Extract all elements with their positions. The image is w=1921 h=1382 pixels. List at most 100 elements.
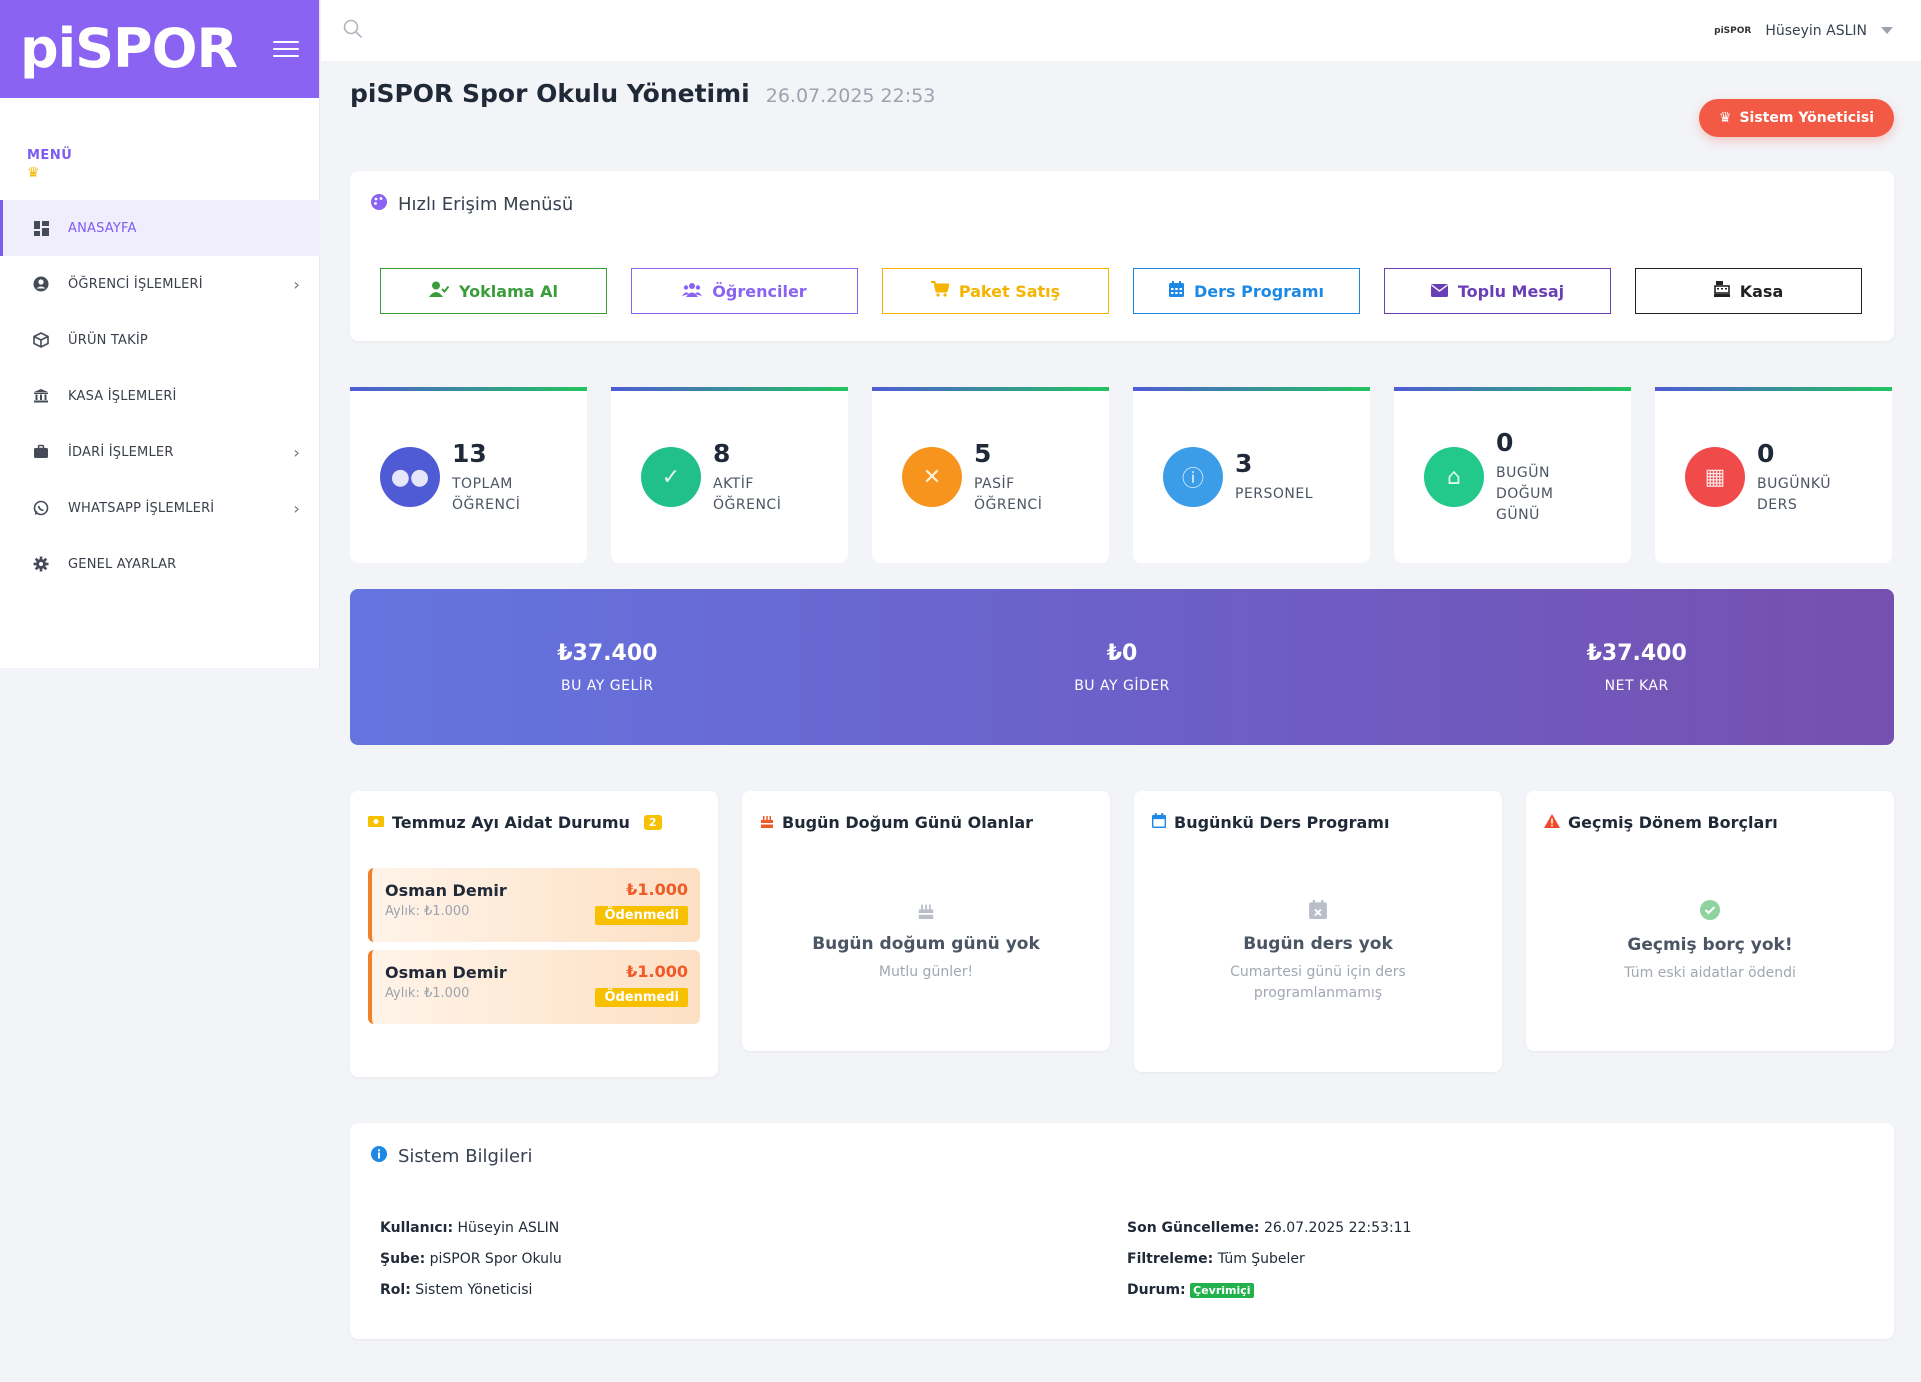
sidebar-item-genel-ayarlar[interactable]: GENEL AYARLAR [0,536,320,592]
stat-value: 8 [713,438,731,468]
page-title: piSPOR Spor Okulu Yönetimi [350,79,750,108]
caret-down-icon [1881,27,1893,34]
stat-label-line1: PERSONEL [1235,486,1314,502]
button-label: Toplu Mesaj [1457,281,1565,301]
debts-widget: Geçmiş Dönem Borçları Geçmiş borç yok! T… [1526,791,1894,1051]
stat-label-line2: DERS [1757,496,1798,513]
birthdays-title: Bugün Doğum Günü Olanlar [782,813,1034,832]
stat-card-total-students[interactable]: ●● 13 TOPLAM ÖĞRENCİ [350,387,587,563]
warning-icon [1544,813,1560,832]
stat-label: BUGÜNKÜ DERS [1757,474,1831,516]
sidebar-item-ogrenci-islemleri[interactable]: ÖĞRENCİ İŞLEMLERİ › [0,256,320,312]
fees-widget: Temmuz Ayı Aidat Durumu 2 Osman Demir Ay… [350,791,718,1077]
sidebar-nav: ANASAYFA ÖĞRENCİ İŞLEMLERİ › ÜRÜN TAKİP … [0,200,320,592]
role-button[interactable]: ♛ Sistem Yöneticisi [1698,99,1894,137]
finance-value: ₺0 [1106,640,1138,666]
sidebar-item-label: WHATSAPP İŞLEMLERİ [68,500,215,516]
fee-amount: ₺1.000 [626,962,688,981]
sidebar-item-label: KASA İŞLEMLERİ [68,388,177,404]
empty-state-title: Bugün ders yok [1243,934,1393,954]
check-circle-icon [1544,900,1876,925]
system-row-user: Kullanıcı: Hüseyin ASLIN [380,1220,1127,1251]
palette-icon [370,193,388,216]
stat-value: 0 [1496,428,1514,457]
fee-item[interactable]: Osman Demir Aylık: ₺1.000 ₺1.000 Ödenmed… [368,868,700,942]
brand-header: piSPOR [0,0,319,98]
stat-value: 3 [1235,449,1253,478]
widget-title: Temmuz Ayı Aidat Durumu 2 [368,813,700,832]
stat-label-line1: TOPLAM [452,475,513,492]
quick-access-title: Hızlı Erişim Menüsü [398,194,574,215]
chevron-right-icon: › [293,274,300,294]
staff-info-icon: ⓘ [1163,447,1223,507]
card-title: Sistem Bilgileri [370,1145,1874,1168]
sidebar-item-urun-takip[interactable]: ÜRÜN TAKİP [0,312,320,368]
fee-status-badge: Ödenmedi [595,906,688,925]
empty-state-subtitle: Tüm eski aidatlar ödendi [1624,965,1796,981]
sidebar-item-whatsapp-islemleri[interactable]: WHATSAPP İŞLEMLERİ › [0,480,320,536]
package-sale-button[interactable]: Paket Satış [882,268,1109,314]
sidebar-item-label: İDARİ İŞLEMLER [68,444,174,460]
widget-title: Bugünkü Ders Programı [1152,813,1484,832]
system-row-filter: Filtreleme: Tüm Şubeler [1127,1251,1874,1282]
page-datetime: 26.07.2025 22:53 [765,85,936,107]
chevron-right-icon: › [293,498,300,518]
search-icon[interactable] [343,19,363,43]
stat-card-birthdays[interactable]: ⌂ 0 BUGÜN DOĞUM GÜNÜ [1394,387,1631,563]
schedule-button[interactable]: Ders Programı [1133,268,1360,314]
empty-state-subtitle: Cumartesi günü için ders programlanmamış [1230,964,1406,1001]
row-label: Şube: [380,1251,426,1267]
stat-label-line2: ÖĞRENCİ [713,496,782,513]
crown-icon: ♛ [1718,110,1732,126]
attendance-button[interactable]: Yoklama Al [380,268,607,314]
stat-card-staff[interactable]: ⓘ 3 PERSONEL [1133,387,1370,563]
user-check-icon [429,281,450,301]
cash-register-button[interactable]: Kasa [1635,268,1862,314]
sidebar-item-anasayfa[interactable]: ANASAYFA [0,200,320,256]
gear-icon [32,555,50,573]
empty-state-subtitle: Mutlu günler! [878,964,974,980]
role-button-label: Sistem Yöneticisi [1739,110,1874,126]
empty-state: Bugün ders yok Cumartesi günü için ders … [1152,900,1484,1004]
finance-label: BU AY GELİR [561,677,654,694]
user-circle-icon [32,275,50,293]
hamburger-menu-icon[interactable] [273,41,299,57]
stat-label: AKTİF ÖĞRENCİ [713,474,781,516]
button-label: Kasa [1739,281,1784,301]
fee-status-badge: Ödenmedi [595,988,688,1007]
sidebar: piSPOR MENÜ ♛ ANASAYFA ÖĞRENCİ İŞLEMLERİ… [0,0,320,668]
stat-label: TOPLAM ÖĞRENCİ [452,474,520,516]
bulk-message-button[interactable]: Toplu Mesaj [1384,268,1611,314]
stat-label-line2: ÖĞRENCİ [974,496,1043,513]
brand-logo[interactable]: piSPOR [20,22,238,76]
user-menu[interactable]: piSPOR Hüseyin ASLIN [1714,23,1893,39]
sidebar-item-idari-islemler[interactable]: İDARİ İŞLEMLER › [0,424,320,480]
fee-item[interactable]: Osman Demir Aylık: ₺1.000 ₺1.000 Ödenmed… [368,950,700,1024]
stat-card-today-lessons[interactable]: ▦ 0 BUGÜNKÜ DERS [1655,387,1892,563]
quick-access-buttons: Yoklama Al Öğrenciler Paket Satış Ders P… [370,268,1874,314]
users-icon: ●● [380,447,440,507]
stat-label-line2: DOĞUM GÜNÜ [1496,486,1554,523]
sidebar-item-kasa-islemleri[interactable]: KASA İŞLEMLERİ [0,368,320,424]
widget-title: Geçmiş Dönem Borçları [1544,813,1876,832]
students-button[interactable]: Öğrenciler [631,268,858,314]
fee-amount: ₺1.000 [626,880,688,899]
empty-state-title: Bugün doğum günü yok [812,934,1040,954]
schedule-widget: Bugünkü Ders Programı Bugün ders yok Cum… [1134,791,1502,1072]
stat-card-active-students[interactable]: ✓ 8 AKTİF ÖĞRENCİ [611,387,848,563]
birthdays-widget: Bugün Doğum Günü Olanlar Bugün doğum gün… [742,791,1110,1051]
sidebar-item-label: GENEL AYARLAR [68,556,177,572]
row-label: Rol: [380,1282,411,1298]
user-times-icon: ✕ [902,447,962,507]
system-row-branch: Şube: piSPOR Spor Okulu [380,1251,1127,1282]
sidebar-item-label: ÖĞRENCİ İŞLEMLERİ [68,276,203,292]
finance-label: BU AY GİDER [1074,677,1170,694]
system-info-card: Sistem Bilgileri Kullanıcı: Hüseyin ASLI… [350,1123,1894,1339]
button-label: Ders Programı [1193,281,1325,301]
stat-card-passive-students[interactable]: ✕ 5 PASİF ÖĞRENCİ [872,387,1109,563]
debts-title: Geçmiş Dönem Borçları [1568,813,1778,832]
stats-row: ●● 13 TOPLAM ÖĞRENCİ ✓ 8 AKTİF ÖĞRENCİ ✕ 5… [350,387,1894,563]
schedule-title: Bugünkü Ders Programı [1174,813,1390,832]
system-row-status: Durum: Çevrimiçi [1127,1282,1874,1313]
finance-value: ₺37.400 [1586,640,1687,666]
